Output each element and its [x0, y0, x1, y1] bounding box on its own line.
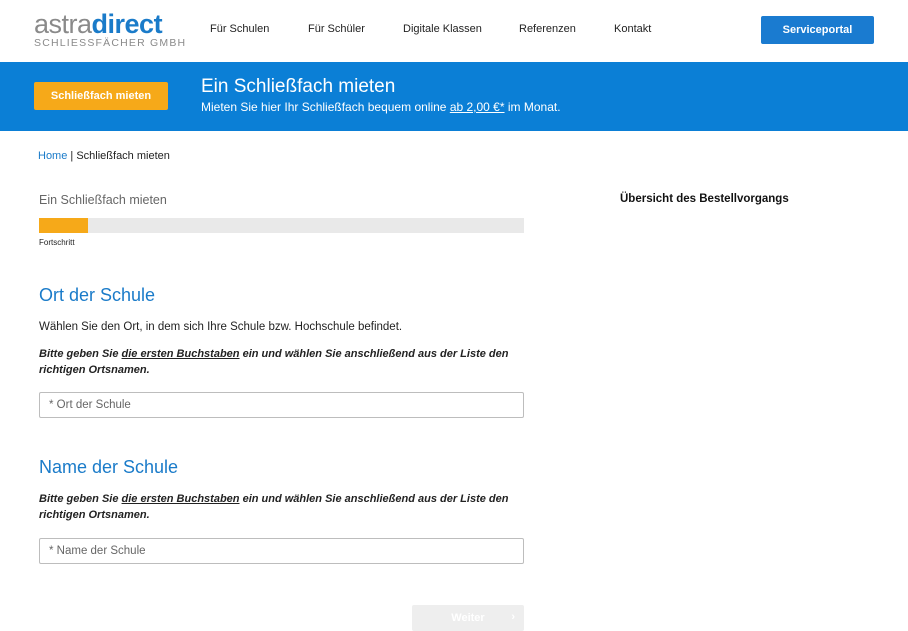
progress-bar	[39, 218, 524, 233]
progress-bar-fill	[39, 218, 88, 233]
nav-kontakt[interactable]: Kontakt	[614, 23, 651, 35]
school-location-input[interactable]	[39, 392, 524, 418]
nav-digitale-klassen[interactable]: Digitale Klassen	[403, 23, 482, 35]
rent-locker-button[interactable]: Schließfach mieten	[34, 82, 168, 110]
breadcrumb-home-link[interactable]: Home	[38, 150, 67, 162]
section-hint: Bitte geben Sie die ersten Buchstaben ei…	[39, 493, 509, 521]
section-title-school-location: Ort der Schule	[39, 285, 156, 305]
banner-subtitle: Mieten Sie hier Ihr Schließfach bequem o…	[201, 100, 561, 114]
school-name-input[interactable]	[39, 538, 524, 564]
step-title: Ein Schließfach mieten	[39, 193, 167, 207]
serviceportal-button[interactable]: Serviceportal	[761, 16, 874, 44]
breadcrumb: Home | Schließfach mieten	[38, 150, 170, 162]
nav-fuer-schueler[interactable]: Für Schüler	[308, 23, 365, 35]
breadcrumb-current: Schließfach mieten	[76, 150, 170, 162]
section-hint: Bitte geben Sie die ersten Buchstaben ei…	[39, 348, 509, 376]
logo-text-astra: astra	[34, 9, 92, 39]
price-link[interactable]: ab 2,00 €*	[450, 100, 505, 114]
nav-referenzen[interactable]: Referenzen	[519, 23, 576, 35]
banner-title: Ein Schließfach mieten	[201, 76, 396, 97]
order-overview-title: Übersicht des Bestellvorgangs	[620, 193, 789, 205]
next-button[interactable]: Weiter ›	[412, 605, 524, 631]
next-button-label: Weiter	[451, 612, 485, 624]
nav-fuer-schulen[interactable]: Für Schulen	[210, 23, 269, 35]
company-logo[interactable]: astradirect SCHLIESSFÄCHER GMBH	[34, 10, 186, 49]
section-intro: Wählen Sie den Ort, in dem sich Ihre Sch…	[39, 321, 403, 333]
hero-banner: Schließfach mieten Ein Schließfach miete…	[0, 62, 908, 131]
logo-subtitle: SCHLIESSFÄCHER GMBH	[34, 37, 187, 49]
logo-text-direct: direct	[91, 9, 163, 39]
section-title-school-name: Name der Schule	[39, 457, 179, 477]
chevron-right-icon: ›	[511, 611, 515, 623]
site-header: astradirect SCHLIESSFÄCHER GMBH Für Schu…	[0, 0, 908, 62]
progress-label: Fortschritt	[39, 238, 75, 247]
